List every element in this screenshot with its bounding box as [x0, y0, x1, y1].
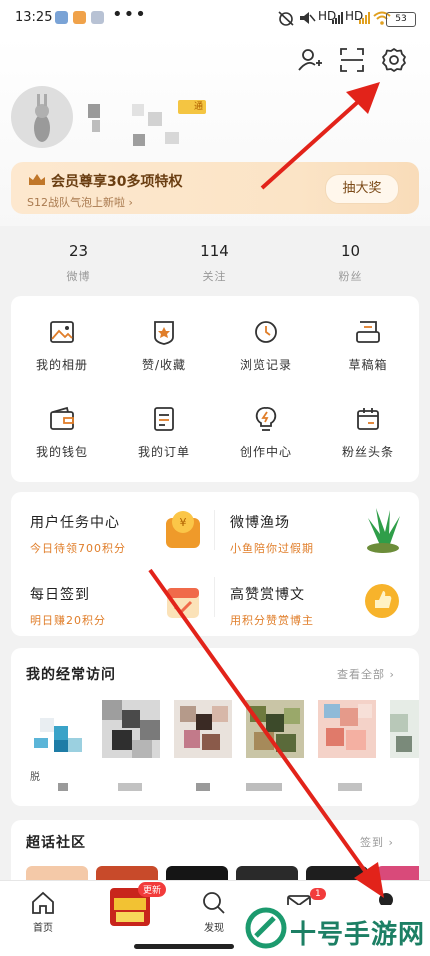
- annotation-arrows: [148, 82, 384, 898]
- watermark-text: 十号手游网: [290, 920, 426, 950]
- arrow-to-profile-tab: [148, 568, 384, 898]
- watermark-logo-icon: [245, 907, 287, 949]
- arrow-to-settings: [260, 82, 380, 190]
- home-indicator[interactable]: [134, 944, 234, 949]
